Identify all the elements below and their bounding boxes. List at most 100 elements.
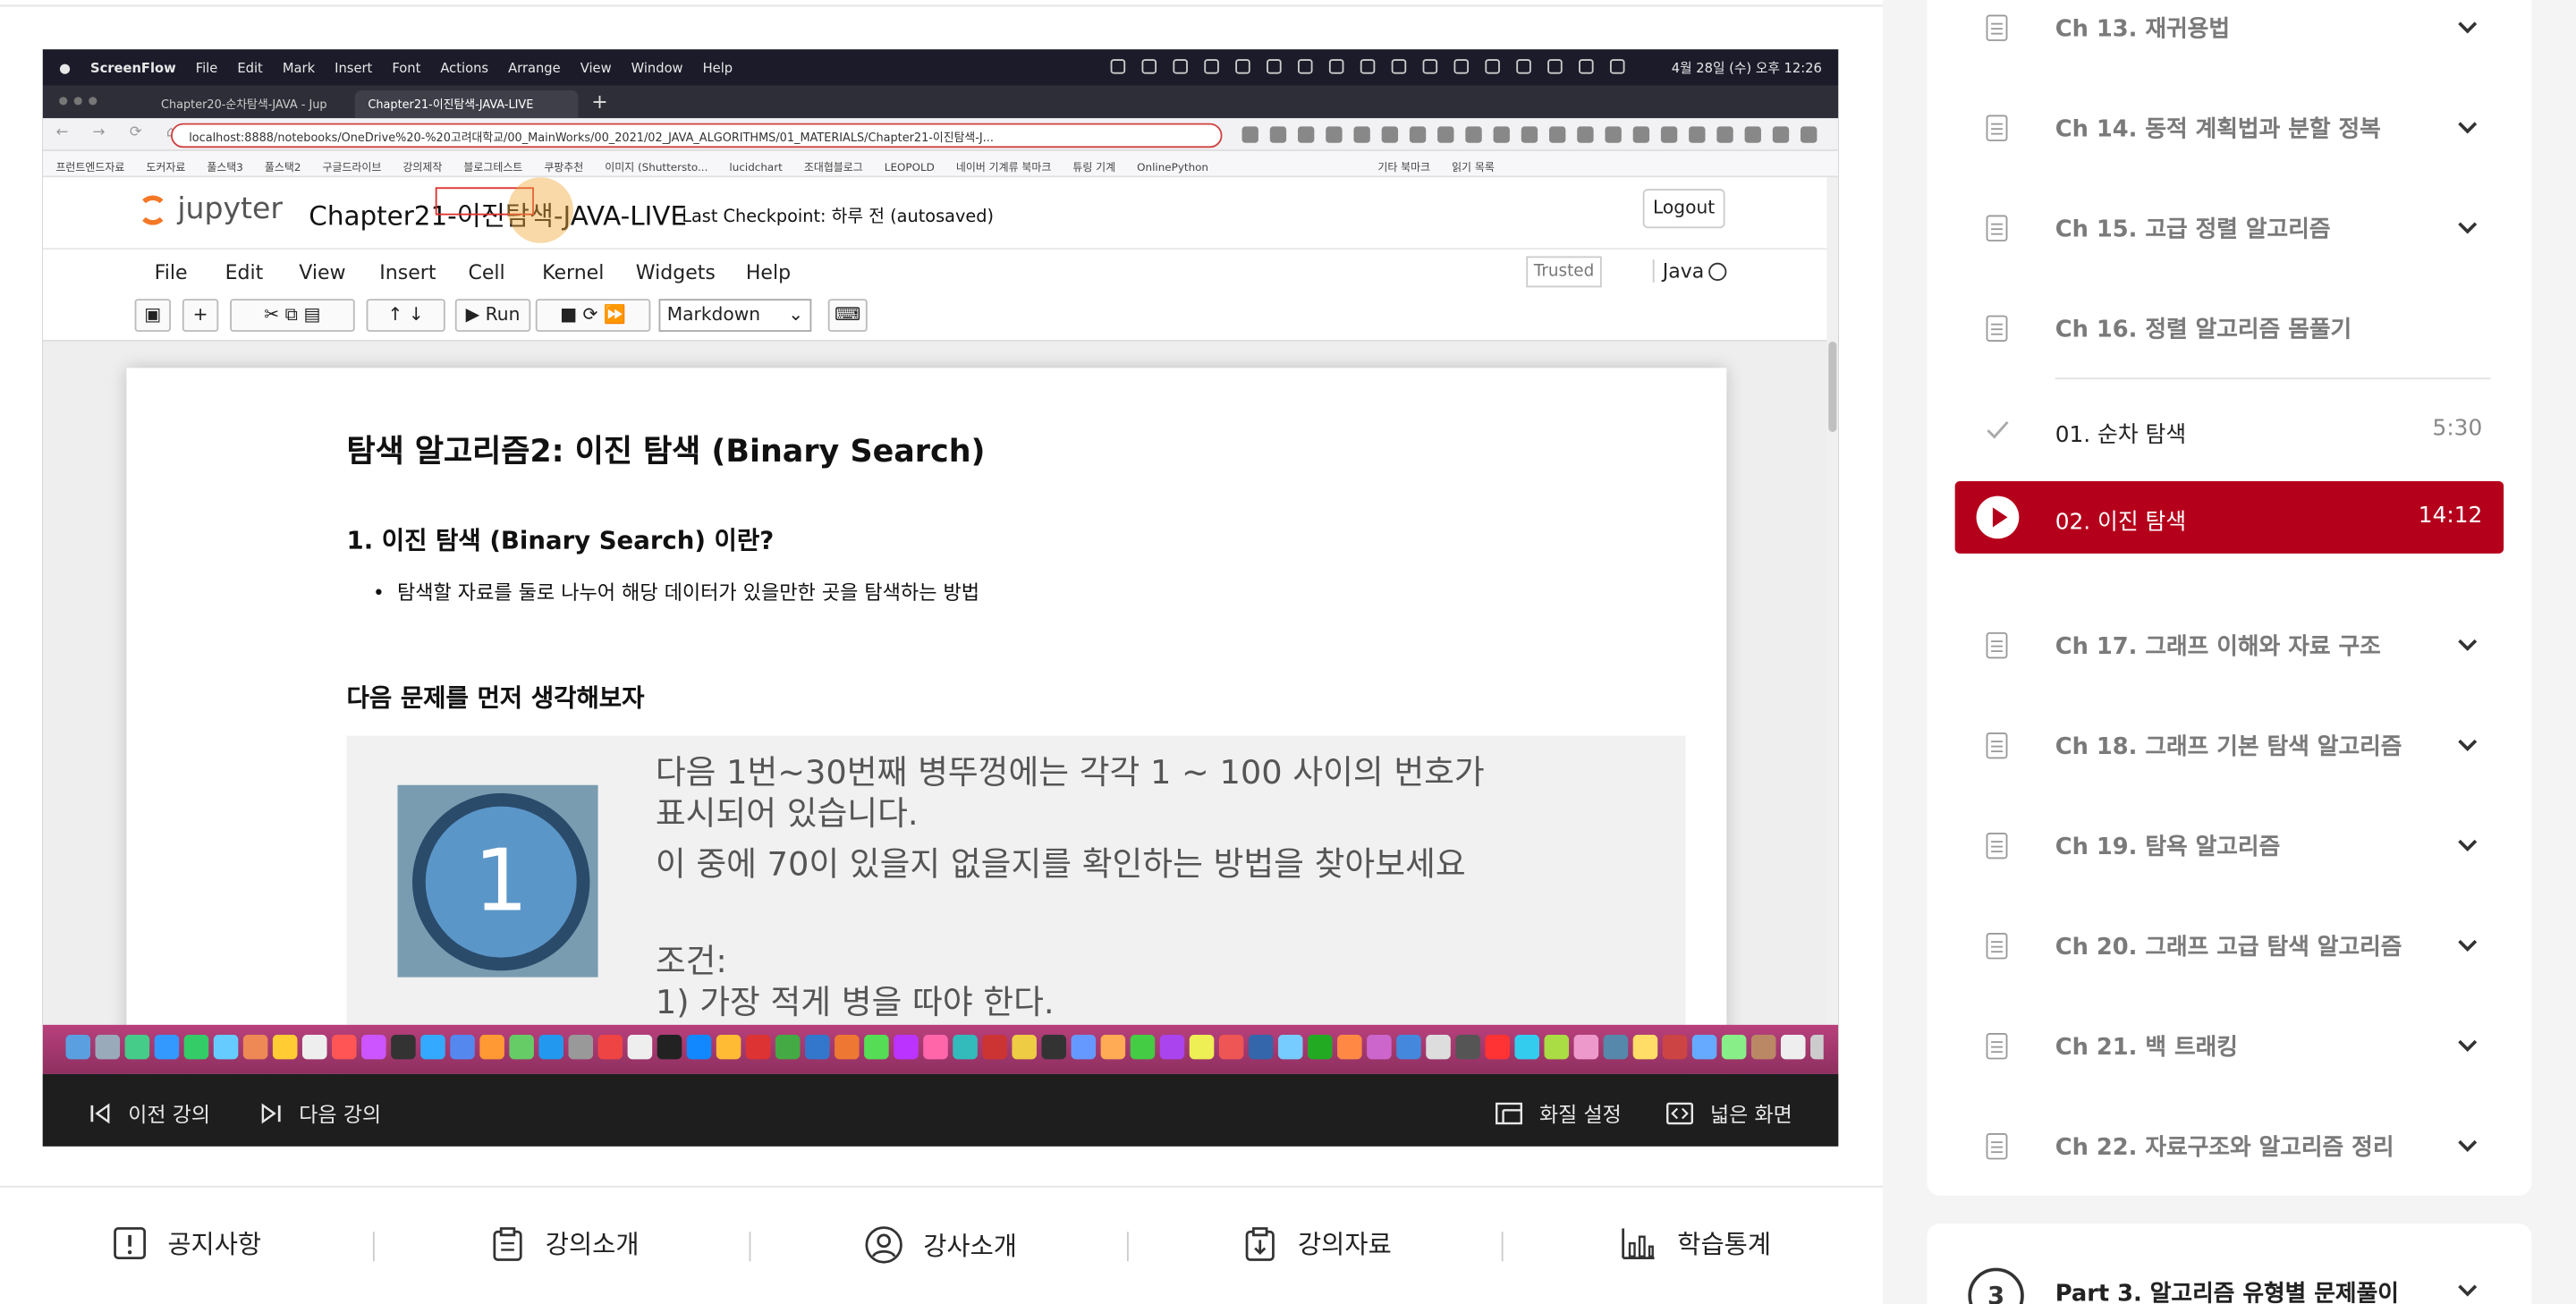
- next-lecture-label: 다음 강의: [299, 1102, 382, 1127]
- bookmark: 조대협블로그: [803, 160, 863, 174]
- move-cell-icon: ↑ ↓: [366, 299, 445, 332]
- mac-dock: [42, 1024, 1839, 1074]
- bookmark: 쿠팡추천: [544, 160, 584, 174]
- next-lecture-button[interactable]: 다음 강의: [259, 1097, 381, 1129]
- bookmark: LEOPOLD: [884, 160, 935, 174]
- chevron-down-icon: [2458, 1039, 2478, 1052]
- bookmark: 풀스택3: [207, 160, 243, 174]
- chapter-label: Ch 13. 재귀용법: [2055, 16, 2230, 43]
- menubar-item: Font: [392, 60, 421, 75]
- notebook-scrollbar: [1826, 177, 1839, 1074]
- menubar-item: View: [580, 60, 612, 75]
- chapter-item[interactable]: Ch 21. 백 트래킹: [1927, 995, 2531, 1096]
- extension-icons: [1241, 126, 1818, 143]
- part-item[interactable]: 3 Part 3. 알고리즘 유형별 문제풀이: [1927, 1224, 2532, 1304]
- menubar-item: Window: [631, 60, 683, 75]
- jupyter-logo: jupyter: [138, 192, 283, 226]
- jupyter-logo-icon: [138, 194, 168, 224]
- checkpoint-text: Last Checkpoint: 하루 전 (autosaved): [682, 207, 995, 227]
- video-player[interactable]: ● ScreenFlow File Edit Mark Insert Font …: [42, 49, 1839, 1147]
- browser-tabbar: Chapter20-순차탐색-JAVA - Jup Chapter21-이진탐색…: [42, 85, 1839, 119]
- nav-divider: [372, 1232, 375, 1262]
- course-intro-tab[interactable]: 강의소개: [489, 1225, 640, 1261]
- address-bar: ← → ⟳ ⌂ localhost:8888/notebooks/OneDriv…: [42, 118, 1839, 151]
- notebook-h2: 탐색 알고리즘2: 이진 탐색 (Binary Search): [346, 433, 986, 470]
- chapter-label: Ch 19. 탐욕 알고리즘: [2055, 834, 2281, 861]
- chapter-item[interactable]: Ch 17. 그래프 이해와 자료 구조: [1927, 595, 2531, 695]
- prev-lecture-label: 이전 강의: [128, 1102, 211, 1127]
- notebook-bullet: • 탐색할 자료를 둘로 나누어 해당 데이터가 있을만한 곳을 탐색하는 방법: [372, 581, 980, 605]
- notice-icon: [114, 1227, 147, 1259]
- chapter-item[interactable]: Ch 22. 자료구조와 알고리즘 정리: [1927, 1096, 2531, 1196]
- video-frame[interactable]: ● ScreenFlow File Edit Mark Insert Font …: [42, 49, 1839, 1074]
- main-column: ● ScreenFlow File Edit Mark Insert Font …: [0, 0, 1883, 1304]
- menubar-item: Help: [702, 60, 733, 75]
- bookmark: 기타 북마크: [1377, 160, 1431, 174]
- stats-tab[interactable]: 학습통계: [1618, 1225, 1771, 1261]
- user-icon: [865, 1226, 902, 1264]
- notebook-h3b: 다음 문제를 먼저 생각해보자: [346, 682, 645, 713]
- jupyter-toolbar: ▣ + ✂ ⧉ ▤ ↑ ↓ ▶ Run ■ ⟳ ⏩ Markdown ⌄ ⌨: [42, 295, 1827, 342]
- chapter-label: Ch 15. 고급 정렬 알고리즘: [2055, 216, 2331, 243]
- cursor-highlight: [507, 177, 574, 243]
- bookmark: 이미지 (Shuttersto...: [605, 160, 708, 174]
- chevron-down-icon: [2458, 1139, 2478, 1153]
- new-tab-icon: +: [591, 89, 608, 114]
- notebook-page: 탐색 알고리즘2: 이진 탐색 (Binary Search) 1. 이진 탐색…: [126, 368, 1727, 1074]
- chapter-item[interactable]: Ch 18. 그래프 기본 탐색 알고리즘: [1927, 695, 2531, 795]
- chevron-down-icon: ⌄: [788, 303, 804, 326]
- menubar-clock: 4월 28일 (수) 오후 12:26: [1671, 60, 1822, 76]
- document-icon: [1986, 933, 2008, 960]
- wide-screen-label: 넓은 화면: [1710, 1102, 1792, 1127]
- quality-button[interactable]: 화질 설정: [1495, 1097, 1622, 1129]
- chapter-label: Ch 21. 백 트래킹: [2055, 1034, 2238, 1062]
- chapter-item[interactable]: Ch 20. 그래프 고급 탐색 알고리즘: [1927, 895, 2531, 995]
- chevron-down-icon: [2458, 21, 2478, 34]
- chapter-item[interactable]: Ch 13. 재귀용법: [1927, 0, 2531, 77]
- stats-icon: [1622, 1228, 1655, 1259]
- browser-tab: Chapter20-순차탐색-JAVA - Jup: [160, 98, 327, 112]
- problem-line: 1) 가장 적게 병을 따야 한다.: [655, 982, 1055, 1022]
- quality-icon: [1496, 1101, 1522, 1124]
- problem-image: 1 다음 1번~30번째 병뚜껑에는 각각 1 ~ 100 사이의 번호가 표시…: [346, 735, 1686, 1074]
- menubar-item: Edit: [237, 60, 263, 75]
- wide-screen-button[interactable]: 넓은 화면: [1665, 1097, 1792, 1129]
- prev-lecture-button[interactable]: 이전 강의: [89, 1097, 210, 1129]
- menubar-item: Insert: [335, 60, 373, 75]
- skip-forward-icon: [261, 1102, 281, 1123]
- nav-divider: [1501, 1232, 1504, 1262]
- bottom-nav: 공지사항 강의소개 강사소개 강의자료 학습통계: [0, 1185, 1883, 1304]
- trusted-badge: Trusted: [1526, 256, 1602, 288]
- document-icon: [1986, 114, 2008, 141]
- instructor-tab[interactable]: 강사소개: [864, 1225, 1017, 1265]
- document-icon: [1986, 215, 2008, 241]
- lesson-divider: [2055, 377, 2491, 380]
- chapter-item[interactable]: Ch 15. 고급 정렬 알고리즘: [1927, 177, 2531, 277]
- jmenu-item: File: [154, 260, 188, 284]
- notice-tab[interactable]: 공지사항: [112, 1225, 261, 1261]
- chapter-item[interactable]: Ch 14. 동적 계획법과 분할 정복: [1927, 77, 2531, 177]
- jmenu-item: Widgets: [635, 260, 716, 284]
- lesson-item-active[interactable]: 02. 이진 탐색 14:12: [1954, 481, 2504, 554]
- jmenu-item: Help: [745, 260, 792, 284]
- chapter-item[interactable]: Ch 19. 탐욕 알고리즘: [1927, 795, 2531, 895]
- document-icon: [1986, 315, 2008, 342]
- keyboard-icon: ⌨: [827, 299, 868, 332]
- chapter-item[interactable]: Ch 16. 정렬 알고리즘 몸풀기: [1927, 277, 2531, 377]
- app-root: ● ScreenFlow File Edit Mark Insert Font …: [0, 0, 2576, 1304]
- menubar-app: ScreenFlow: [89, 60, 176, 75]
- jmenu-item: View: [299, 260, 346, 284]
- window-controls: [59, 97, 97, 106]
- notebook-h3: 1. 이진 탐색 (Binary Search) 이란?: [346, 525, 775, 555]
- jupyter-header: jupyter Chapter21-이진탐색-JAVA-LIVE Last Ch…: [42, 177, 1827, 250]
- materials-tab[interactable]: 강의자료: [1242, 1225, 1392, 1261]
- document-icon: [1986, 14, 2008, 41]
- document-icon: [1986, 1133, 2008, 1160]
- lesson-title: 01. 순차 탐색: [2055, 421, 2187, 449]
- add-cell-icon: +: [182, 299, 219, 332]
- jupyter-menu: File Edit View Insert Cell Kernel Widget…: [42, 250, 1827, 296]
- save-icon: ▣: [134, 299, 172, 332]
- lesson-item[interactable]: 01. 순차 탐색 5:30: [1955, 394, 2504, 467]
- bookmark: OnlinePython: [1137, 160, 1209, 174]
- chevron-down-icon: [2458, 1284, 2478, 1297]
